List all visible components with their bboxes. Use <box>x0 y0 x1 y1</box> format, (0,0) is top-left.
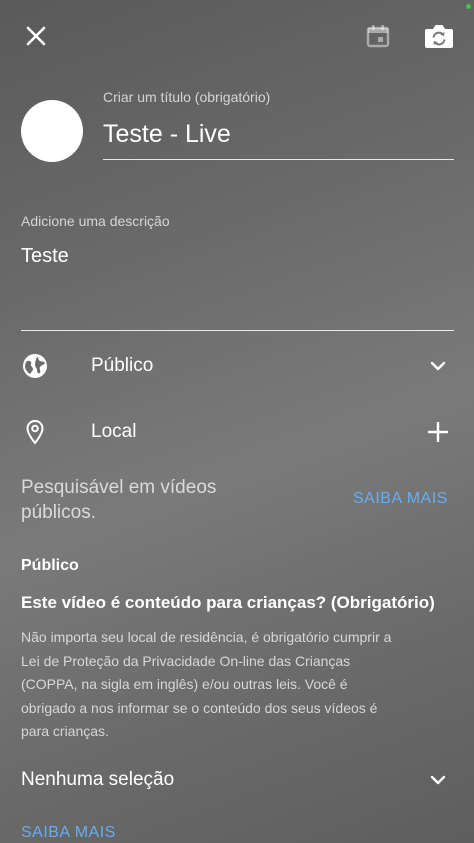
coppa-info-text: Não importa seu local de residência, é o… <box>21 629 392 739</box>
title-field-label: Criar um título (obrigatório) <box>103 89 271 105</box>
audience-section-title: Público <box>21 557 79 574</box>
chevron-down-icon <box>426 356 450 376</box>
title-input[interactable]: Teste - Live <box>103 120 231 149</box>
searchable-text: Pesquisável em vídeos públicos. <box>21 477 217 523</box>
visibility-row[interactable]: Público <box>0 342 474 390</box>
globe-icon <box>21 352 49 380</box>
made-for-kids-selection: Nenhuma seleção <box>21 769 175 790</box>
title-underline <box>103 159 454 160</box>
description-input[interactable]: Teste <box>21 245 69 268</box>
description-field-label: Adicione uma descrição <box>21 213 170 229</box>
add-icon <box>426 420 450 444</box>
description-underline <box>21 330 454 331</box>
searchable-learn-more-link[interactable]: SAIBA MAIS <box>353 490 448 508</box>
calendar-icon[interactable] <box>362 20 394 52</box>
location-pin-icon <box>22 418 48 446</box>
location-row[interactable]: Local <box>0 408 474 456</box>
thumbnail-image[interactable] <box>21 100 83 162</box>
chevron-down-icon <box>426 770 450 790</box>
close-icon[interactable] <box>18 18 54 54</box>
status-indicator <box>466 4 471 9</box>
camera-switch-icon[interactable] <box>420 18 458 54</box>
audience-learn-more-link[interactable]: SAIBA MAIS <box>21 824 116 842</box>
made-for-kids-dropdown[interactable]: Nenhuma seleção <box>0 756 474 804</box>
visibility-label: Público <box>91 355 154 376</box>
made-for-kids-question: Este vídeo é conteúdo para crianças? (Ob… <box>21 593 435 612</box>
location-label: Local <box>91 421 137 442</box>
